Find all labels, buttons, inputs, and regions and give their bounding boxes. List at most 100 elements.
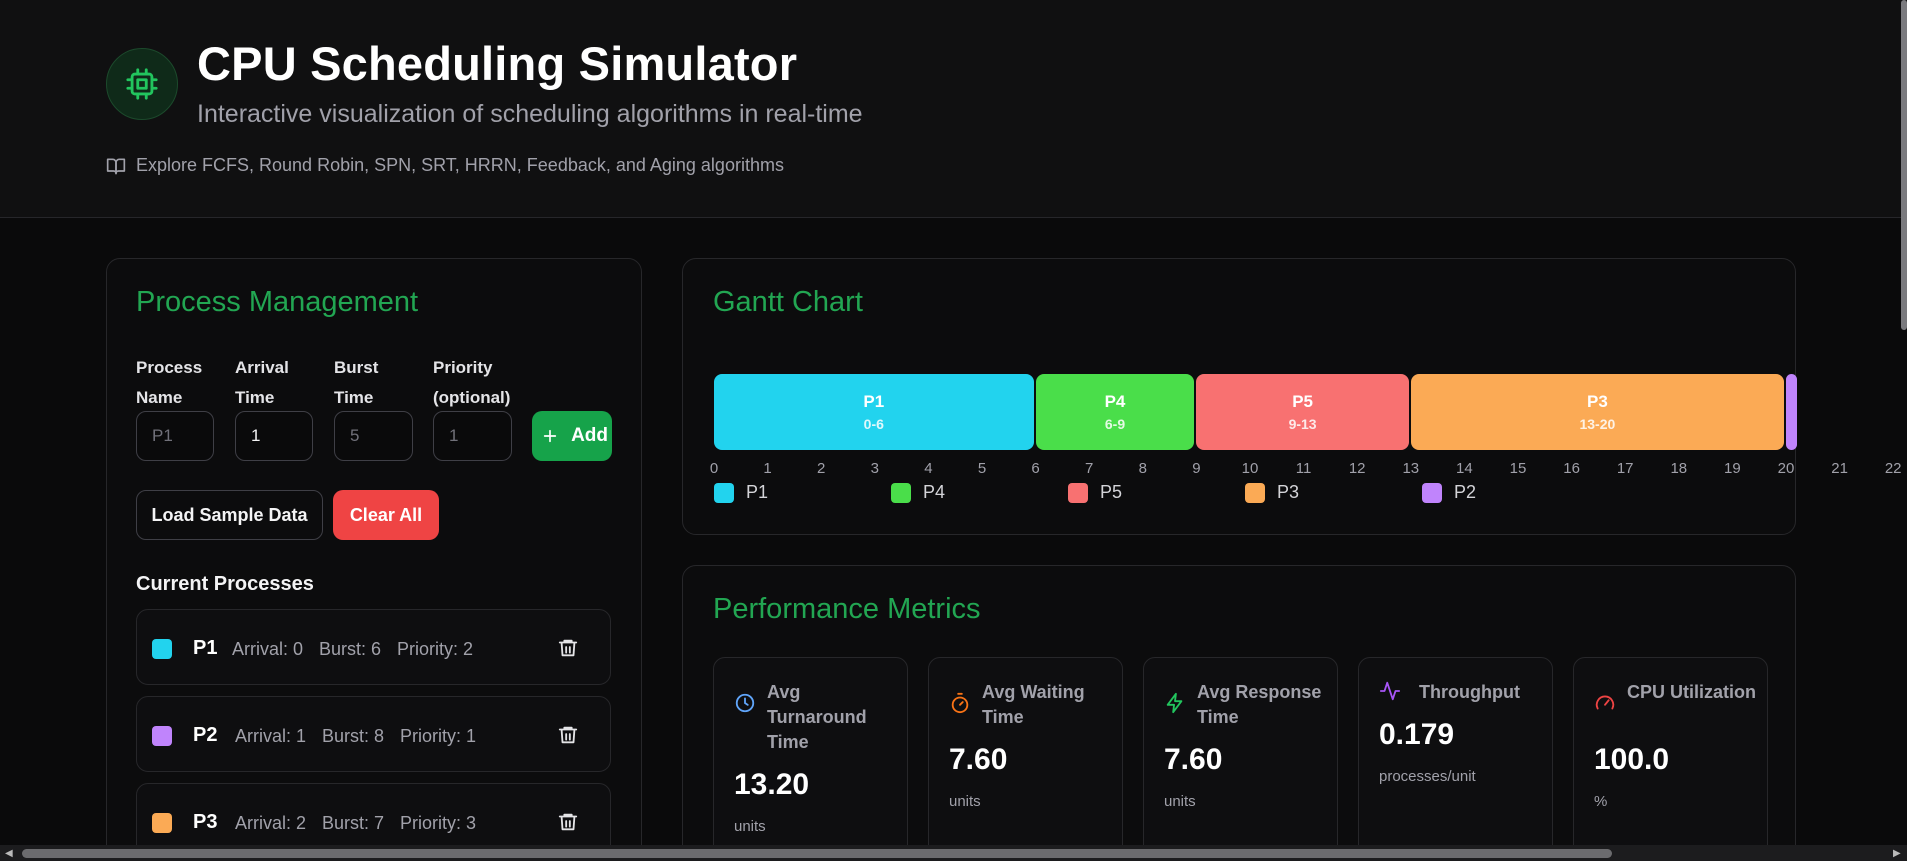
gantt-legend-item: P5: [1068, 482, 1122, 503]
app-subtitle: Interactive visualization of scheduling …: [197, 100, 863, 128]
metric-label: Avg Waiting Time: [982, 682, 1085, 727]
process-burst: Burst: 7: [322, 813, 385, 833]
gantt-tick-label: 17: [1616, 460, 1634, 477]
gantt-tick-label: 8: [1138, 460, 1147, 477]
clear-all-button[interactable]: Clear All: [333, 490, 439, 540]
load-sample-data-button[interactable]: Load Sample Data: [136, 490, 323, 540]
book-open-icon: [106, 158, 126, 174]
arrival-time-input[interactable]: 1: [235, 411, 313, 461]
gantt-tick-label: 1: [763, 460, 772, 477]
explore-note: Explore FCFS, Round Robin, SPN, SRT, HRR…: [106, 155, 784, 176]
gantt-tick-label: 19: [1724, 460, 1741, 477]
gantt-legend-item: P4: [891, 482, 945, 503]
gantt-legend-item: P1: [714, 482, 768, 503]
gantt-bar-label: P4: [1104, 392, 1126, 411]
trash-icon[interactable]: [557, 724, 579, 746]
legend-swatch: [1068, 482, 1088, 503]
metric-value: 100.0: [1594, 743, 1670, 776]
metric-card-avg-turnaround: Avg Turnaround Time 13.20 units: [713, 657, 908, 857]
plus-icon: [543, 429, 557, 443]
gantt-bar-range: 6-9: [1104, 416, 1126, 432]
process-burst: Burst: 6: [319, 639, 382, 659]
zap-icon: [1166, 692, 1183, 714]
gantt-tick-label: 15: [1509, 460, 1527, 477]
process-arrival: Arrival: 1: [235, 726, 307, 746]
gantt-chart-panel: Gantt Chart P1 0-6 P4 6-9 P5 9-13 P3 13-20 0 1 2 3 4…: [682, 258, 1902, 535]
process-management-title: Process Management: [136, 286, 419, 318]
legend-label: P3: [1277, 482, 1300, 502]
trash-icon[interactable]: [557, 637, 579, 659]
metric-card-avg-waiting: Avg Waiting Time 7.60 units: [928, 657, 1123, 857]
performance-metrics-title: Performance Metrics: [713, 593, 981, 625]
gantt-tick-label: 20: [1777, 460, 1795, 477]
add-process-button[interactable]: Add: [532, 411, 612, 461]
process-arrival: Arrival: 2: [235, 813, 307, 833]
legend-swatch: [1422, 482, 1442, 503]
process-management-panel: Process Management Process Name Arrival Ti…: [106, 258, 642, 861]
metric-unit: processes/unit: [1379, 768, 1476, 785]
metric-value: 13.20: [734, 768, 810, 801]
scrollbar-thumb[interactable]: [22, 849, 1612, 858]
process-name-label: Process Name: [136, 358, 203, 407]
gantt-tick-label: 4: [924, 460, 933, 477]
gantt-tick-label: 5: [977, 460, 987, 477]
legend-label: P1: [746, 482, 769, 502]
burst-time-input[interactable]: 5: [334, 411, 413, 461]
cpu-logo-icon: [106, 48, 178, 120]
process-name-input[interactable]: P1: [136, 411, 214, 461]
metric-value: 7.60: [1164, 743, 1223, 776]
gauge-icon: [1595, 695, 1615, 710]
gantt-tick-label: 6: [1031, 460, 1040, 477]
horizontal-scrollbar[interactable]: ◀ ▶: [0, 845, 1907, 861]
metric-card-throughput: Throughput 0.179 processes/unit: [1358, 657, 1553, 857]
process-color-swatch: [152, 639, 172, 659]
gantt-tick-label: 11: [1295, 460, 1312, 477]
add-button-label: Add: [571, 425, 608, 446]
legend-label: P5: [1100, 482, 1123, 502]
priority-label: Priority (optional): [433, 358, 511, 407]
gantt-bar-overflow: [1786, 374, 1797, 450]
gantt-bar-p4: P4 6-9: [1035, 374, 1195, 450]
gantt-tick-label: 18: [1670, 460, 1688, 477]
legend-swatch: [891, 482, 911, 503]
trash-icon[interactable]: [557, 811, 579, 833]
process-priority: Priority: 3: [400, 813, 477, 833]
process-name: P2: [193, 724, 218, 746]
gantt-bar-p1: P1 0-6: [714, 374, 1034, 450]
process-priority: Priority: 1: [400, 726, 477, 746]
gantt-tick-label: 21: [1831, 460, 1848, 477]
app-header: CPU Scheduling Simulator Interactive vis…: [0, 0, 1907, 218]
process-priority: Priority: 2: [397, 639, 474, 659]
process-burst: Burst: 8: [322, 726, 385, 746]
metric-value: 7.60: [949, 743, 1008, 776]
priority-input[interactable]: 1: [433, 411, 512, 461]
process-name: P1: [193, 637, 218, 659]
metric-unit: %: [1594, 793, 1608, 810]
gantt-bar-label: P1: [863, 392, 885, 411]
gantt-bar-range: 13-20: [1579, 416, 1616, 432]
process-item-p1: P1 Arrival: 0 Burst: 6 Priority: 2: [136, 609, 611, 685]
gantt-bar-label: P3: [1586, 392, 1608, 411]
legend-label: P2: [1454, 482, 1477, 502]
metric-value: 0.179: [1379, 718, 1455, 751]
scroll-left-icon[interactable]: ◀: [5, 848, 13, 859]
metric-card-avg-response: Avg Response Time 7.60 units: [1143, 657, 1338, 857]
metric-card-cpu-utilization: CPU Utilization 100.0 %: [1573, 657, 1768, 857]
gantt-chart-title: Gantt Chart: [713, 286, 863, 318]
burst-time-label: Burst Time: [334, 358, 379, 407]
gantt-legend-item: P2: [1422, 482, 1476, 503]
gantt-tick-label: 9: [1192, 460, 1201, 477]
gantt-tick-label: 3: [870, 460, 879, 477]
gantt-tick-label: 12: [1348, 460, 1366, 477]
gantt-bar-p3: P3 13-20: [1410, 374, 1784, 450]
process-color-swatch: [152, 813, 172, 833]
metric-label: Throughput: [1419, 682, 1520, 702]
metric-unit: units: [949, 793, 981, 810]
vertical-scrollbar-thumb[interactable]: [1901, 0, 1907, 330]
gantt-tick-label: 14: [1456, 460, 1473, 477]
gantt-tick-label: 13: [1402, 460, 1420, 477]
scroll-right-icon[interactable]: ▶: [1893, 848, 1901, 859]
gantt-tick-label: 2: [817, 460, 826, 477]
arrival-time-label: Arrival Time: [235, 358, 289, 407]
gantt-tick-label: 16: [1563, 460, 1580, 477]
